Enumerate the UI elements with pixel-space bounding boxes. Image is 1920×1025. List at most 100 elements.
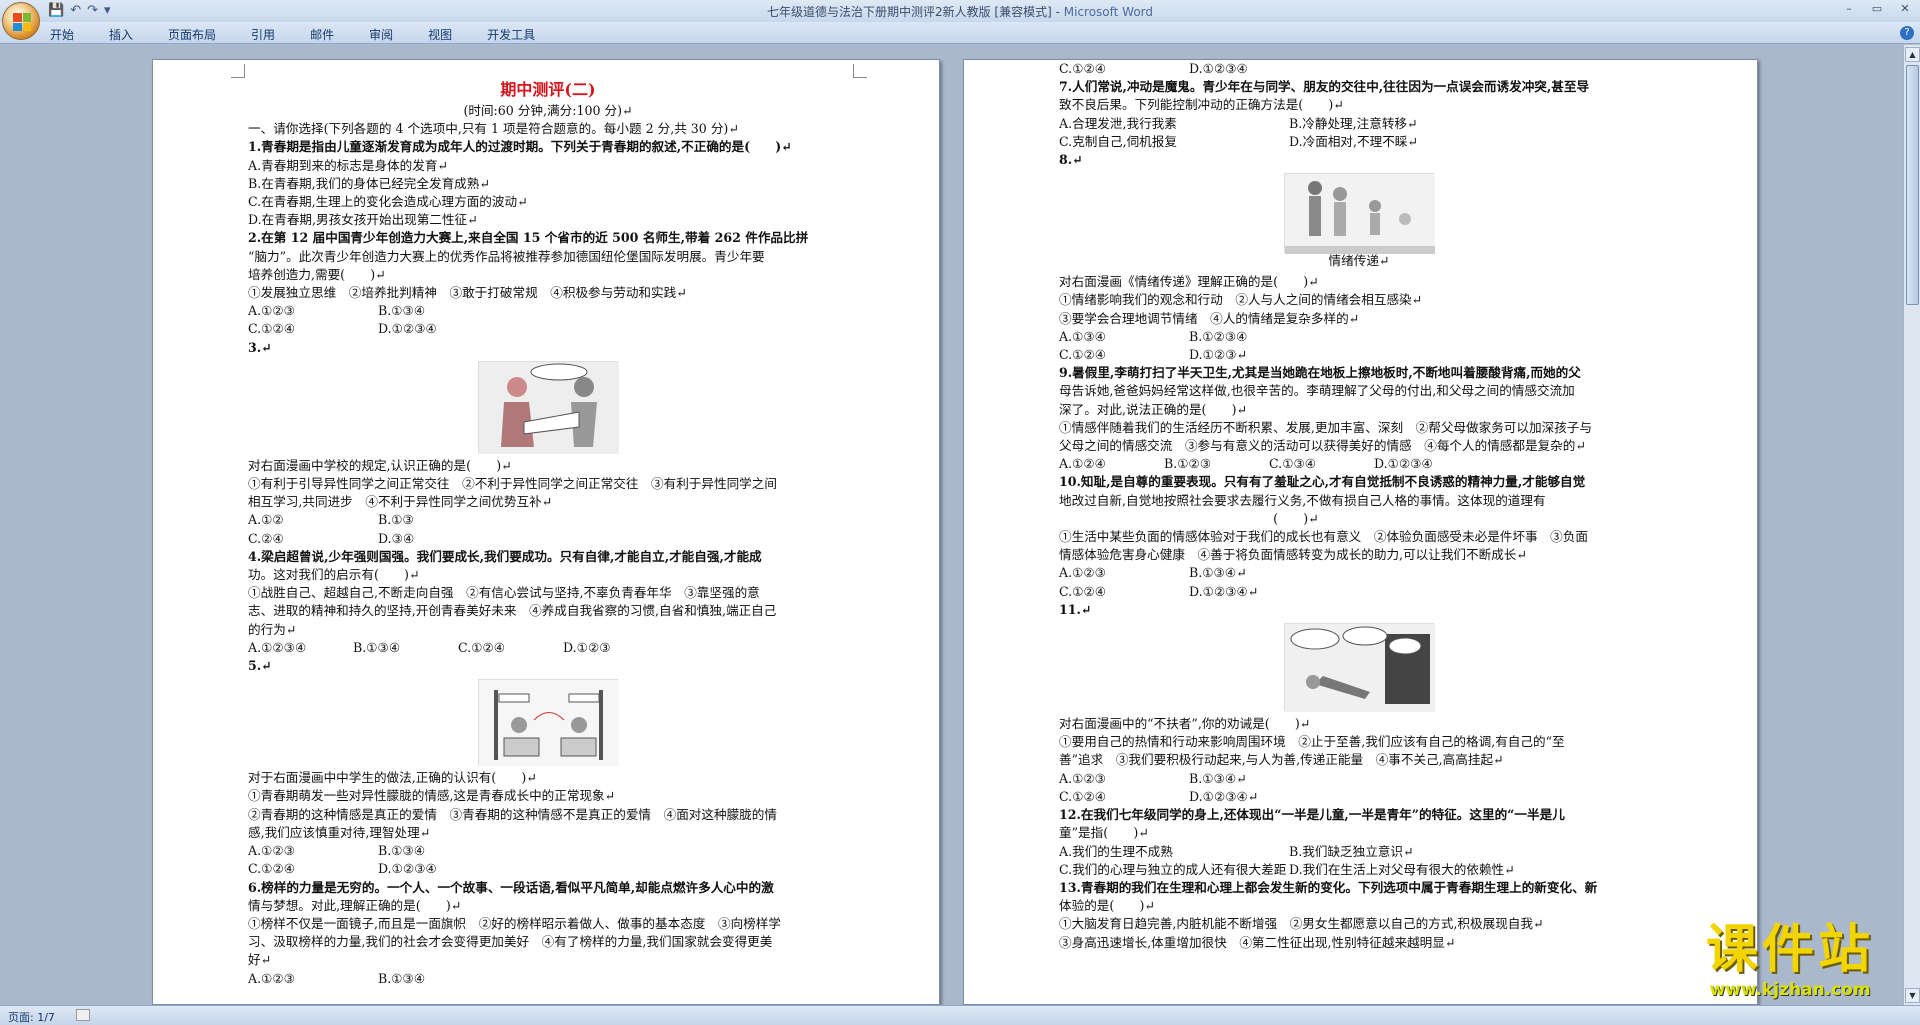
scrollbar-thumb[interactable]	[1906, 65, 1919, 305]
cartoon-desks-image	[478, 679, 619, 767]
text-line: ②青春期的这种情感是真正的爱情 ③青春期的这种情感不是真正的爱情 ④面对这种朦胧…	[248, 806, 777, 822]
tab-view[interactable]: 视图	[428, 22, 452, 43]
option-text: C.①②④	[1059, 788, 1107, 804]
text-line: 致不良后果。下列能控制冲动的正确方法是( )↵	[1059, 97, 1344, 113]
text-line: ③身高迅速增长,体重增加很快 ④第二性征出现,性别特征越来越明显↵	[1059, 934, 1456, 950]
figure-caption: 情绪传递↵	[1328, 253, 1390, 269]
tab-review[interactable]: 审阅	[369, 22, 393, 43]
help-icon[interactable]: ?	[1900, 26, 1914, 40]
text-line: 6.榜样的力量是无穷的。一个人、一个故事、一段话语,看似平凡简单,却能点燃许多人…	[248, 879, 774, 895]
text-line: C.在青春期,生理上的变化会造成心理方面的波动↵	[248, 194, 528, 210]
vertical-scrollbar[interactable]: ▲ ▼	[1903, 45, 1920, 1005]
text-line: 对右面漫画中学校的规定,认识正确的是( )↵	[248, 457, 512, 473]
option-text: D.①②③④	[1374, 456, 1433, 472]
redo-icon[interactable]: ↷	[87, 3, 98, 18]
minimize-button[interactable]: –	[1838, 1, 1860, 17]
document-page-2[interactable]: C.①②④ D.①②③④ 7.人们常说,冲动是魔鬼。青少年在与同学、朋友的交往中,往…	[963, 59, 1758, 1005]
option-text: A.①②③	[1059, 565, 1106, 581]
option-row: A.①②④ B.①②③ C.①③④ D.①②③④	[1059, 455, 1659, 473]
option-text: A.①②③	[1059, 770, 1106, 786]
text-line: A.青春期到来的标志是身体的发育↵	[248, 157, 448, 173]
watermark-logo: 课件站 www.kjzhan.com	[1670, 920, 1910, 1010]
text-line: 童”是指( )↵	[1059, 825, 1149, 841]
cartoon-family-image: 情绪传递↵	[1284, 173, 1435, 268]
document-title: 期中测评(二)	[500, 80, 596, 99]
document-page-1[interactable]: 期中测评(二) (时间:60 分钟,满分:100 分)↵ 一、请你选择(下列各题的 …	[152, 59, 940, 1005]
option-text: D.①②③④	[378, 861, 437, 877]
close-button[interactable]: ✕	[1894, 1, 1916, 17]
option-text: C.②④	[248, 530, 284, 546]
option-row: A.我们的生理不成熟 B.我们缺乏独立意识↵	[1059, 843, 1659, 861]
text-line: 12.在我们七年级同学的身上,还体现出“一半是儿童,一半是青年”的特征。这里的“…	[1059, 807, 1565, 823]
window-title: 七年级道德与法治下册期中测评2新人教版 [兼容模式] - Microsoft W…	[766, 5, 1154, 19]
text-line: ①榜样不仅是一面镜子,而且是一面旗帜 ②好的榜样昭示着做人、做事的基本态度 ③向…	[248, 915, 781, 931]
undo-icon[interactable]: ↶	[70, 3, 81, 18]
save-icon[interactable]: 💾	[48, 3, 64, 18]
tab-page-layout[interactable]: 页面布局	[168, 22, 216, 43]
proofing-icon[interactable]	[76, 1009, 90, 1021]
option-text: A.合理发泄,我行我素	[1059, 115, 1177, 131]
option-text: A.①③④	[1059, 328, 1106, 344]
option-text: C.克制自己,伺机报复	[1059, 133, 1177, 149]
text-line: 感,我们应该慎重对待,理智处理↵	[248, 824, 431, 840]
option-text: D.①②③④↵	[1189, 788, 1259, 804]
text-line: 7.人们常说,冲动是魔鬼。青少年在与同学、朋友的交往中,往往因为一点误会而诱发冲…	[1059, 79, 1590, 95]
document-subtitle: (时间:60 分钟,满分:100 分)↵	[463, 103, 633, 118]
text-line: ①情感伴随着我们的生活经历不断积累、发展,更加丰富、深刻 ②帮父母做家务可以加深…	[1059, 419, 1592, 435]
option-text: C.我们的心理与独立的成人还有很大差距	[1059, 861, 1287, 877]
option-text: A.①②④	[1059, 456, 1106, 472]
option-text: B.①③④	[378, 970, 426, 986]
text-line: ①发展独立思维 ②培养批判精神 ③敢于打破常规 ④积极参与劳动和实践↵	[248, 285, 687, 301]
option-row: A.①②③ B.①③④	[248, 302, 848, 320]
status-bar: 页面: 1/7	[0, 1005, 1920, 1025]
text-line: 善”追求 ③我们要积极行动起来,与人为善,传递正能量 ④事不关己,高高挂起↵	[1059, 752, 1504, 768]
maximize-button[interactable]: ▭	[1866, 1, 1888, 17]
scroll-up-icon[interactable]: ▲	[1905, 47, 1920, 62]
text-line: 10.知耻,是自尊的重要表现。只有有了羞耻之心,才有自觉抵制不良诱惑的精神力量,…	[1059, 474, 1586, 490]
option-row: A.①②③ B.①③④↵	[1059, 770, 1659, 788]
office-button[interactable]	[2, 2, 40, 40]
tab-developer[interactable]: 开发工具	[487, 22, 535, 43]
text-line: ( )↵	[1059, 510, 1319, 526]
option-row: C.②④ D.③④	[248, 530, 848, 548]
option-row: C.①②④ D.①②③④↵	[1059, 788, 1659, 806]
text-line: 13.青春期的我们在生理和心理上都会发生新的变化。下列选项中属于青春期生理上的新…	[1059, 879, 1598, 895]
tab-references[interactable]: 引用	[251, 22, 275, 43]
option-text: B.①②③④	[1189, 328, 1248, 344]
text-line: D.在青春期,男孩女孩开始出现第二性征↵	[248, 212, 478, 228]
text-line: 5.↵	[248, 658, 272, 674]
quick-access-toolbar: 💾 ↶ ↷ ▾	[48, 3, 111, 18]
option-text: C.①②④	[248, 321, 296, 337]
option-text: A.①②③	[248, 303, 295, 319]
option-text: C.①③④	[1269, 456, 1317, 472]
cartoon-couple-image	[478, 360, 619, 454]
option-row: A.①③④ B.①②③④	[1059, 328, 1659, 346]
option-text: D.①②③④	[378, 321, 437, 337]
text-line: 的行为↵	[248, 621, 297, 637]
text-line: 深了。对此,说法正确的是( )↵	[1059, 401, 1248, 417]
option-row: C.①②④ D.①②③④	[248, 320, 848, 338]
text-line: ①战胜自己、超越自己,不断走向自强 ②有信心尝试与坚持,不辜负青春年华 ③靠坚强…	[248, 585, 760, 601]
customize-quick-access-icon[interactable]: ▾	[104, 3, 111, 18]
option-text: A.①②③	[248, 970, 295, 986]
tab-insert[interactable]: 插入	[109, 22, 133, 43]
title-bar: 七年级道德与法治下册期中测评2新人教版 [兼容模式] - Microsoft W…	[0, 0, 1920, 22]
option-row: A.①② B.①③	[248, 511, 848, 529]
option-text: D.我们在生活上对父母有很大的依赖性↵	[1289, 861, 1515, 877]
option-text: C.①②④	[1059, 347, 1107, 363]
option-text: D.①②③④↵	[1189, 583, 1259, 599]
crop-mark	[231, 64, 245, 78]
tab-mailings[interactable]: 邮件	[310, 22, 334, 43]
text-line: 对右面漫画中的“不扶者”,你的劝诫是( )↵	[1059, 716, 1311, 732]
option-row: C.克制自己,伺机报复 D.冷面相对,不理不睬↵	[1059, 133, 1659, 151]
tab-home[interactable]: 开始	[50, 22, 74, 43]
option-row: A.合理发泄,我行我素 B.冷静处理,注意转移↵	[1059, 115, 1659, 133]
text-line: 3.↵	[248, 339, 272, 355]
watermark-url: www.kjzhan.com	[1709, 980, 1871, 1000]
option-row: A.①②③④ B.①③④ C.①②④ D.①②③	[248, 639, 848, 657]
option-text: D.①②③	[563, 639, 611, 655]
option-row: A.①②③ B.①③④	[248, 970, 848, 988]
text-line: “脑力”。此次青少年创造力大赛上的优秀作品将被推荐参加德国纽伦堡国际发明展。青少…	[248, 248, 765, 264]
text-line: ①大脑发育日趋完善,内脏机能不断增强 ②男女生都愿意以自己的方式,积极展现自我↵	[1059, 916, 1544, 932]
page-count[interactable]: 页面: 1/7	[8, 1009, 55, 1025]
